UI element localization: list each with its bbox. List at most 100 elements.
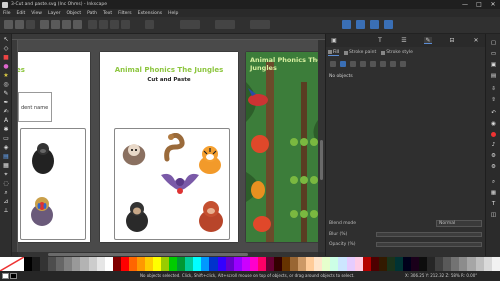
flip-horizontal-icon[interactable]: [62, 20, 71, 29]
palette-swatch[interactable]: [120, 257, 129, 271]
text-tool-icon[interactable]: A: [2, 117, 10, 124]
record-icon[interactable]: [491, 132, 496, 137]
palette-swatch[interactable]: [467, 257, 476, 271]
menu-extensions[interactable]: Extensions: [138, 11, 162, 16]
zoom-value[interactable]: 58%: [451, 273, 460, 278]
palette-swatch[interactable]: [330, 257, 339, 271]
palette-swatch[interactable]: [48, 257, 57, 271]
palette-swatch[interactable]: [402, 257, 411, 271]
palette-swatch[interactable]: [64, 257, 73, 271]
lower-to-bottom-icon[interactable]: [121, 20, 130, 29]
eraser-tool-icon[interactable]: ▭: [2, 135, 10, 142]
palette-swatch[interactable]: [257, 257, 266, 271]
palette-swatch[interactable]: [314, 257, 323, 271]
text-panel-icon[interactable]: T: [490, 201, 497, 207]
unset-paint-icon[interactable]: [400, 61, 406, 67]
mesh-tool-icon[interactable]: ▦: [2, 162, 10, 169]
palette-swatch[interactable]: [370, 257, 379, 271]
circle-tool-icon[interactable]: ●: [2, 63, 10, 70]
node-tool-icon[interactable]: ◇: [2, 45, 10, 52]
chimp-sticker[interactable]: [123, 199, 151, 233]
linear-gradient-icon[interactable]: [350, 61, 356, 67]
palette-swatch[interactable]: [40, 257, 49, 271]
layers-icon[interactable]: ☰: [400, 37, 408, 44]
palette-swatch[interactable]: [427, 257, 436, 271]
palette-swatch[interactable]: [322, 257, 331, 271]
palette-swatch[interactable]: [459, 257, 468, 271]
select-all-layers-icon[interactable]: [15, 20, 24, 29]
palette-swatch[interactable]: [153, 257, 162, 271]
stroke-indicator[interactable]: [10, 273, 17, 279]
export-icon[interactable]: ⇧: [490, 97, 497, 103]
palette-swatch[interactable]: [338, 257, 347, 271]
undo-icon[interactable]: ↶: [490, 110, 497, 116]
spray-tool-icon[interactable]: ✱: [2, 126, 10, 133]
palette-swatch[interactable]: [394, 257, 403, 271]
palette-swatch[interactable]: [56, 257, 65, 271]
no-paint-swatch[interactable]: [0, 256, 25, 272]
palette-swatch[interactable]: [24, 257, 33, 271]
palette-swatch[interactable]: [201, 257, 210, 271]
palette-swatch[interactable]: [443, 257, 452, 271]
palette-swatch[interactable]: [169, 257, 178, 271]
settings-icon[interactable]: ⚙: [490, 153, 497, 159]
fill-indicator[interactable]: [2, 273, 9, 279]
palette-swatch[interactable]: [265, 257, 274, 271]
y-field[interactable]: [180, 20, 200, 29]
spiral-tool-icon[interactable]: ◎: [2, 81, 10, 88]
palette-swatch[interactable]: [475, 257, 484, 271]
opacity-slider[interactable]: [376, 242, 482, 247]
menu-layer[interactable]: Layer: [48, 11, 61, 16]
snake-sticker[interactable]: [163, 133, 187, 163]
palette-swatch[interactable]: [225, 257, 234, 271]
palette-swatch[interactable]: [491, 257, 500, 271]
palette-swatch[interactable]: [306, 257, 315, 271]
palette-swatch[interactable]: [72, 257, 81, 271]
print-icon[interactable]: ▤: [490, 73, 497, 79]
no-paint-icon[interactable]: [330, 61, 336, 67]
palette-swatch[interactable]: [144, 257, 153, 271]
palette-swatch[interactable]: [411, 257, 420, 271]
menu-text[interactable]: Text: [103, 11, 112, 16]
deselect-icon[interactable]: [26, 20, 35, 29]
menu-view[interactable]: View: [31, 11, 42, 16]
palette-swatch[interactable]: [209, 257, 218, 271]
palette-swatch[interactable]: [290, 257, 299, 271]
measure-tool-icon[interactable]: ⊿: [2, 198, 10, 205]
star-tool-icon[interactable]: ★: [2, 72, 10, 79]
gear-icon[interactable]: ⚙: [490, 164, 497, 170]
tab-stroke-style[interactable]: Stroke style: [381, 50, 413, 55]
save-icon[interactable]: ▣: [490, 62, 497, 68]
close-button[interactable]: ✕: [486, 0, 500, 9]
gorilla-sticker[interactable]: [31, 141, 55, 175]
rectangle-tool-icon[interactable]: ■: [2, 54, 10, 61]
palette-swatch[interactable]: [233, 257, 242, 271]
width-field[interactable]: [215, 20, 235, 29]
palette-swatch[interactable]: [80, 257, 89, 271]
palette-swatch[interactable]: [112, 257, 121, 271]
sloth-sticker[interactable]: [119, 139, 149, 169]
palette-swatch[interactable]: [362, 257, 371, 271]
xml-editor-icon[interactable]: ✎: [424, 37, 432, 44]
palette-swatch[interactable]: [378, 257, 387, 271]
scale-corners-icon[interactable]: [356, 20, 365, 29]
open-icon[interactable]: ▭: [490, 51, 497, 57]
palette-swatch[interactable]: [346, 257, 355, 271]
pattern-icon[interactable]: [380, 61, 386, 67]
palette-swatch[interactable]: [298, 257, 307, 271]
palette-swatch[interactable]: [483, 257, 492, 271]
fill-stroke-icon[interactable]: ▣: [330, 37, 338, 44]
mesh-gradient-icon[interactable]: [370, 61, 376, 67]
minimize-button[interactable]: —: [458, 0, 472, 9]
text-icon[interactable]: T: [376, 37, 384, 44]
palette-swatch[interactable]: [128, 257, 137, 271]
menu-edit[interactable]: Edit: [17, 11, 26, 16]
palette-swatch[interactable]: [249, 257, 258, 271]
orangutan-sticker[interactable]: [197, 199, 225, 233]
palette-swatch[interactable]: [136, 257, 145, 271]
fill-stroke-indicator[interactable]: [2, 273, 18, 279]
palette-swatch[interactable]: [88, 257, 97, 271]
menu-file[interactable]: File: [3, 11, 11, 16]
vertical-scrollbar[interactable]: [318, 40, 325, 252]
palette-swatch[interactable]: [386, 257, 395, 271]
